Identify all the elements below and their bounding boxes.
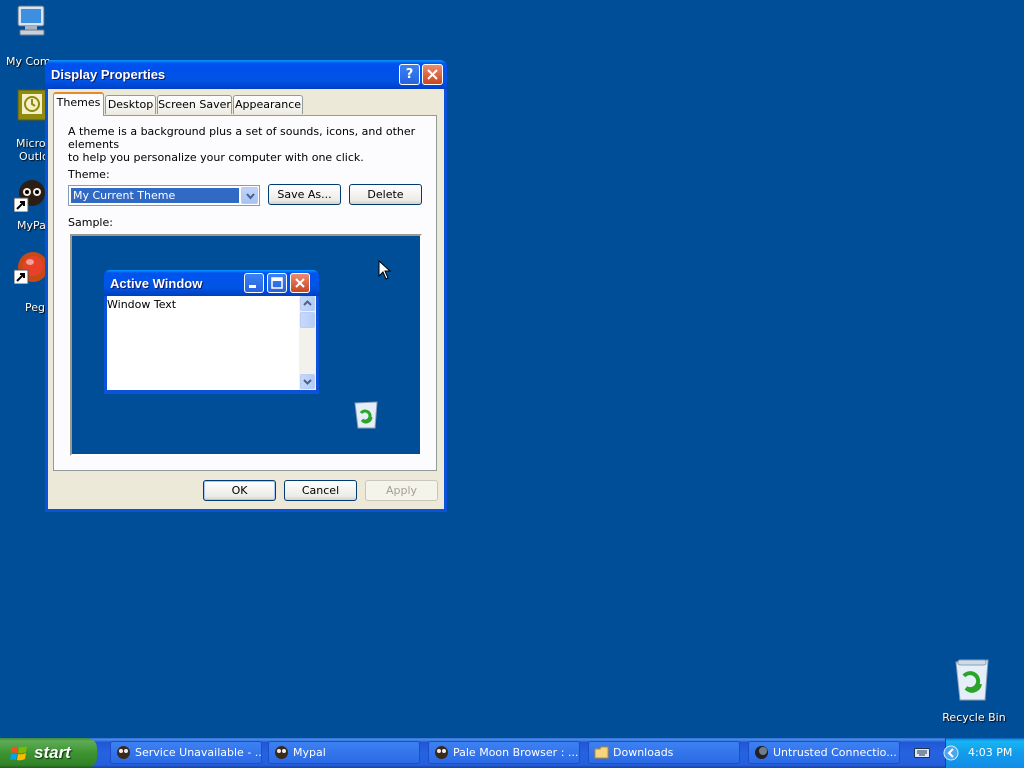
- taskbar-item-label: Mypal: [293, 746, 326, 759]
- start-button[interactable]: start: [0, 738, 97, 768]
- tab-desktop[interactable]: Desktop: [105, 95, 156, 114]
- browser-icon: [117, 746, 130, 759]
- delete-button[interactable]: Delete: [349, 184, 422, 205]
- save-as-button[interactable]: Save As...: [268, 184, 341, 205]
- maximize-icon: [271, 277, 283, 289]
- sample-window-title: Active Window: [110, 276, 203, 291]
- chevron-down-icon: [303, 379, 312, 385]
- tab-appearance[interactable]: Appearance: [233, 95, 303, 114]
- help-button[interactable]: ?: [399, 64, 420, 85]
- sample-window-titlebar: Active Window: [104, 270, 319, 296]
- pegasus-icon: [14, 252, 48, 284]
- theme-label: Theme:: [68, 168, 110, 181]
- recycle-bin-icon: [955, 659, 989, 701]
- mypal-icon: [275, 746, 288, 759]
- window-title: Display Properties: [51, 67, 166, 82]
- taskbar-item-service-unavailable[interactable]: Service Unavailable - ...: [110, 741, 262, 764]
- keyboard-icon[interactable]: [914, 747, 930, 759]
- taskbar-item-label: Service Unavailable - ...: [135, 746, 262, 759]
- clock[interactable]: 4:03 PM: [968, 746, 1012, 759]
- scroll-up-button: [300, 296, 315, 311]
- taskbar-item-mypal[interactable]: Mypal: [268, 741, 420, 764]
- theme-sample-preview: Active Window Window Text: [70, 234, 422, 456]
- mypal-icon: [14, 180, 45, 212]
- system-tray: 4:03 PM: [943, 738, 1024, 768]
- browser-icon: [435, 746, 448, 759]
- theme-dropdown-value: My Current Theme: [71, 188, 239, 203]
- cancel-button[interactable]: Cancel: [284, 480, 357, 501]
- sample-maximize-button: [267, 273, 287, 293]
- minimize-icon: [249, 285, 256, 288]
- sample-window-text: Window Text: [107, 298, 177, 311]
- window-titlebar[interactable]: Display Properties ?: [45, 60, 447, 89]
- sample-close-button: [290, 273, 310, 293]
- taskbar-item-label: Untrusted Connectio...: [773, 746, 897, 759]
- window-body: Themes Desktop Screen Saver Appearance A…: [48, 89, 444, 509]
- ok-button[interactable]: OK: [203, 480, 276, 501]
- desktop-icon-recycle-bin[interactable]: Recycle Bin: [936, 656, 1012, 726]
- sample-label: Sample:: [68, 216, 113, 229]
- dropdown-arrow-button[interactable]: [241, 187, 258, 204]
- close-button[interactable]: [422, 64, 443, 85]
- taskbar: start Service Unavailable - ... Mypal Pa…: [0, 738, 1024, 768]
- apply-button[interactable]: Apply: [365, 480, 438, 501]
- scroll-thumb: [300, 312, 315, 328]
- close-icon: [295, 278, 305, 288]
- display-properties-window: Display Properties ? Themes Desktop Scre…: [45, 60, 447, 512]
- desktop-icon-label: Recycle Bin: [942, 711, 1006, 724]
- chevron-left-icon[interactable]: [943, 745, 959, 761]
- my-computer-icon: [17, 5, 45, 36]
- description-line: to help you personalize your computer wi…: [68, 151, 364, 164]
- sample-minimize-button: [244, 273, 264, 293]
- taskbar-item-downloads[interactable]: Downloads: [588, 741, 740, 764]
- sample-scrollbar: [299, 296, 316, 390]
- recycle-bin-icon: [354, 401, 378, 429]
- windows-logo-icon: [10, 746, 27, 761]
- chevron-down-icon: [246, 193, 255, 200]
- taskbar-item-label: Pale Moon Browser : ...: [453, 746, 579, 759]
- tab-screen-saver[interactable]: Screen Saver: [157, 95, 232, 114]
- taskbar-item-label: Downloads: [613, 746, 674, 759]
- folder-icon: [594, 746, 609, 759]
- taskbar-item-untrusted-connection[interactable]: Untrusted Connectio...: [748, 741, 900, 764]
- themes-panel: A theme is a background plus a set of so…: [53, 115, 437, 471]
- theme-dropdown[interactable]: My Current Theme: [68, 185, 260, 206]
- scroll-down-button: [300, 374, 315, 389]
- start-label: start: [34, 743, 71, 762]
- mouse-cursor-icon: [378, 260, 392, 280]
- close-icon: [427, 69, 438, 80]
- pale-moon-icon: [755, 746, 768, 759]
- taskbar-item-pale-moon[interactable]: Pale Moon Browser : ...: [428, 741, 580, 764]
- description-line: A theme is a background plus a set of so…: [68, 125, 416, 151]
- chevron-up-icon: [303, 300, 312, 306]
- sample-window-body: Window Text: [107, 296, 316, 390]
- sample-active-window: Active Window Window Text: [104, 270, 319, 394]
- theme-description: A theme is a background plus a set of so…: [68, 125, 418, 164]
- tab-themes[interactable]: Themes: [53, 92, 104, 116]
